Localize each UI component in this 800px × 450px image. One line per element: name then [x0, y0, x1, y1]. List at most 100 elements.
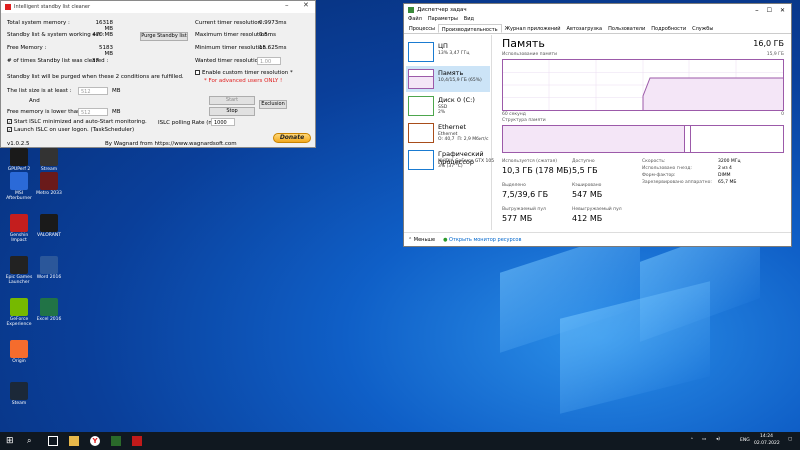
cached-value: 547 МБ: [572, 190, 603, 199]
purge-standby-button[interactable]: Purge Standby list: [140, 32, 188, 41]
start-minimized-checkbox[interactable]: ✓: [7, 119, 12, 124]
desktop-icon[interactable]: GPUPerf 2: [4, 148, 34, 172]
task-manager-window: Диспетчер задач – ☐ ✕ Файл Параметры Вид…: [403, 3, 792, 247]
desktop-icon[interactable]: MSI Afterburner: [4, 172, 34, 201]
and-label: And: [29, 98, 40, 104]
maximize-icon[interactable]: ☐: [767, 7, 772, 14]
desktop-icon[interactable]: Epic Games Launcher: [4, 256, 34, 285]
taskmgr-title: Диспетчер задач: [417, 7, 467, 13]
search-icon[interactable]: ⌕: [27, 436, 37, 446]
usage-max: 15,9 ГБ: [766, 52, 784, 57]
start-button[interactable]: Start: [209, 96, 255, 105]
resource-monitor-icon: ●: [443, 236, 448, 243]
sidebar-item-memory[interactable]: Память 10,4/15,9 ГБ (65%): [406, 66, 490, 92]
desktop-app-icon: [10, 214, 28, 232]
sidebar-item-disk[interactable]: Диск 0 (C:) SSD 2%: [406, 93, 490, 119]
menu-options[interactable]: Параметры: [428, 16, 458, 24]
tab-processes[interactable]: Процессы: [406, 24, 438, 33]
launch-logon-checkbox[interactable]: ✓: [7, 127, 12, 132]
tab-users[interactable]: Пользователи: [605, 24, 648, 33]
clock-date[interactable]: 02.07.2022: [754, 441, 780, 446]
current-timer-value: 0.9973ms: [259, 20, 287, 26]
memory-usage-svg: [503, 60, 783, 110]
total-memory-value: 16318 MB: [95, 20, 114, 32]
desktop-app-icon: [40, 298, 58, 316]
islc-window: Intelligent standby list cleaner – ✕ Tot…: [0, 0, 316, 148]
available-value: 5,5 ГБ: [572, 166, 598, 175]
desktop-icon[interactable]: Genshin Impact: [4, 214, 34, 243]
tab-app-history[interactable]: Журнал приложений: [502, 24, 564, 33]
usage-label: Использование памяти: [502, 52, 558, 57]
memory-structure-bar: [502, 125, 784, 153]
taskmgr-titlebar[interactable]: Диспетчер задач – ☐ ✕: [404, 4, 791, 16]
polling-rate-select[interactable]: 1000: [211, 118, 235, 126]
memory-total: 16,0 ГБ: [753, 39, 784, 48]
structure-label: Структура памяти: [502, 118, 546, 123]
free-memory-lower-input[interactable]: 512: [78, 108, 108, 116]
paged-pool-value: 577 МБ: [502, 214, 533, 223]
start-windows-icon[interactable]: ⊞: [6, 436, 16, 446]
desktop-icon[interactable]: Stream: [34, 148, 64, 172]
desktop-icon[interactable]: Origin: [4, 340, 34, 364]
close-icon[interactable]: ✕: [780, 7, 785, 14]
in-use-value: 10,3 ГБ (178 МБ): [502, 166, 572, 175]
close-icon[interactable]: ✕: [303, 1, 309, 9]
tab-details[interactable]: Подробности: [648, 24, 689, 33]
desktop-icon[interactable]: Word 2016: [34, 256, 64, 280]
desktop-icon[interactable]: Steam: [4, 382, 34, 406]
volume-icon[interactable]: ◂): [716, 437, 720, 442]
minimize-icon[interactable]: –: [285, 1, 289, 9]
islc-taskbar-icon[interactable]: [132, 436, 142, 446]
tab-performance[interactable]: Производительность: [437, 24, 502, 33]
free-memory-lower-label: Free memory is lower than :: [7, 109, 85, 115]
clock-time[interactable]: 14:24: [760, 434, 773, 439]
min-timer-value: 15.625ms: [259, 45, 287, 51]
desktop-icon[interactable]: Metro 2033: [34, 172, 64, 196]
custom-timer-checkbox[interactable]: [195, 70, 200, 75]
task-view-icon[interactable]: [48, 436, 58, 446]
sidebar-item-cpu[interactable]: ЦП 13% 3,47 ГГц: [406, 39, 490, 65]
zero-label: 0: [781, 112, 784, 117]
ethernet-thumbnail: [408, 123, 434, 143]
list-size-input[interactable]: 512: [78, 87, 108, 95]
list-size-label: The list size is at least :: [7, 88, 72, 94]
sidebar-item-gpu[interactable]: Графический процессор NVIDIA GeForce GTX…: [406, 147, 494, 173]
perf-sidebar: ЦП 13% 3,47 ГГц Память 10,4/15,9 ГБ (65%…: [404, 35, 494, 230]
taskmgr-app-icon: [408, 7, 414, 13]
exclusion-button[interactable]: Exclusion: [259, 100, 287, 109]
language-indicator[interactable]: ENG: [740, 438, 750, 443]
tray-chevron-icon[interactable]: ⌃: [690, 438, 694, 443]
tab-startup[interactable]: Автозагрузка: [564, 24, 606, 33]
memory-title: Память: [502, 37, 545, 50]
wanted-timer-input[interactable]: 1.00: [257, 57, 281, 65]
menu-file[interactable]: Файл: [408, 16, 422, 24]
fewer-details-link[interactable]: ⌃ Меньше: [408, 237, 435, 243]
minimize-icon[interactable]: –: [755, 6, 759, 14]
sidebar-item-ethernet[interactable]: Ethernet Ethernet О: 40,7 П: 2,9 Мбит/с: [406, 120, 490, 146]
memory-sub: 10,4/15,9 ГБ (65%): [438, 78, 482, 83]
task-manager-taskbar-icon[interactable]: [111, 436, 121, 446]
desktop-icon[interactable]: Excel 2016: [34, 298, 64, 322]
current-timer-label: Current timer resolution :: [195, 20, 265, 26]
desktop-icon[interactable]: VALORANT: [34, 214, 64, 238]
list-size-unit: MB: [112, 88, 121, 94]
taskmgr-tabs: Процессы Производительность Журнал прило…: [404, 24, 791, 34]
donate-button[interactable]: Donate: [273, 133, 311, 143]
stop-button[interactable]: Stop: [209, 107, 255, 116]
launch-logon-label: Launch ISLC on user logon. (TaskSchedule…: [14, 127, 135, 133]
tab-services[interactable]: Службы: [689, 24, 716, 33]
islc-titlebar[interactable]: Intelligent standby list cleaner: [1, 1, 315, 13]
seconds-label: 60 секунд: [502, 112, 526, 117]
network-icon[interactable]: ▭: [702, 437, 706, 442]
desktop-icon[interactable]: GeForce Experience: [4, 298, 34, 327]
yandex-browser-icon[interactable]: Y: [90, 436, 100, 446]
resource-monitor-label: Открыть монитор ресурсов: [449, 236, 522, 243]
notifications-icon[interactable]: ▢: [788, 437, 792, 442]
menu-view[interactable]: Вид: [464, 16, 474, 24]
resource-monitor-link[interactable]: ● Открыть монитор ресурсов: [443, 237, 521, 243]
memory-thumbnail-fill: [409, 76, 433, 88]
desktop-app-icon: [10, 256, 28, 274]
nonpaged-pool-label: Невыгружаемый пул: [572, 207, 622, 212]
file-explorer-icon[interactable]: [69, 436, 79, 446]
cpu-name: ЦП: [438, 42, 448, 50]
